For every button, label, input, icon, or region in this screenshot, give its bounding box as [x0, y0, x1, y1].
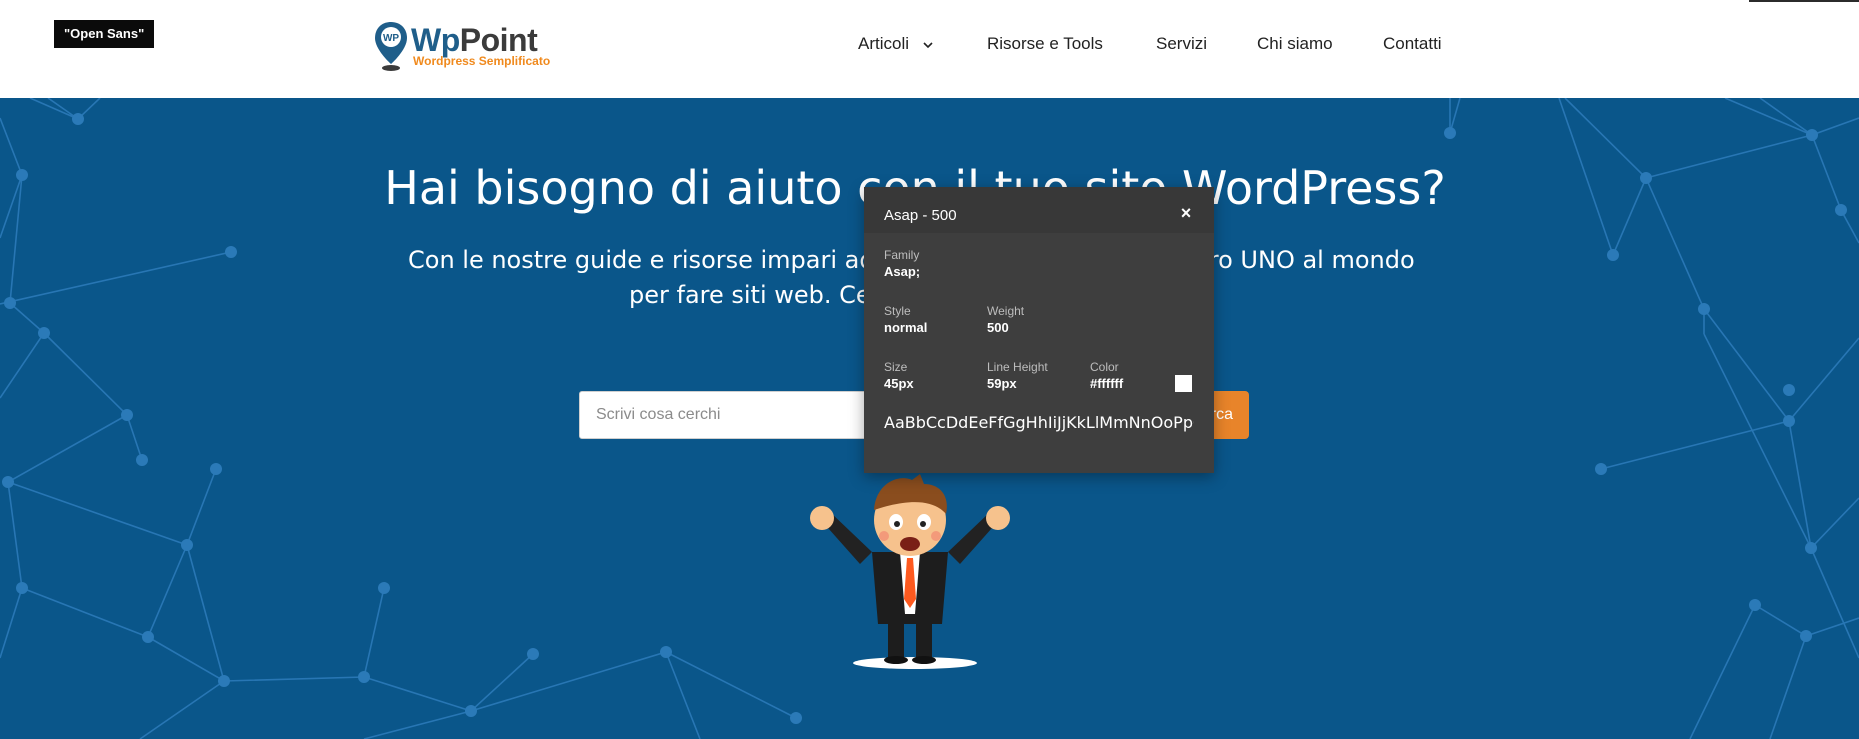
logo-tagline: Wordpress Semplificato — [413, 54, 551, 68]
close-icon[interactable]: × — [1176, 203, 1196, 223]
color-value: #ffffff — [1090, 376, 1124, 391]
logo-wp-text: Wp — [411, 22, 460, 58]
weight-label: Weight — [987, 304, 1025, 318]
line-height-value: 59px — [987, 376, 1017, 391]
style-label: Style — [884, 304, 911, 318]
nav-item-articoli[interactable]: Articoli — [858, 34, 909, 56]
weight-value: 500 — [987, 320, 1009, 335]
search-input[interactable]: Scrivi cosa cerchi — [579, 391, 879, 439]
family-label: Family — [884, 248, 920, 262]
size-label: Size — [884, 360, 908, 374]
color-swatch — [1175, 375, 1192, 392]
nav-item-chi-siamo[interactable]: Chi siamo — [1257, 34, 1333, 56]
nav-item-contatti[interactable]: Contatti — [1383, 34, 1442, 56]
chevron-down-icon[interactable] — [920, 37, 936, 53]
font-inspector-popup: Asap - 500 × Family Asap; Style normal W… — [864, 187, 1214, 473]
size-value: 45px — [884, 376, 914, 391]
font-sample-text: AaBbCcDdEeFfGgHhIiJjKkLlMmNnOoPpQqRr — [884, 413, 1194, 432]
logo-point-text: Point — [459, 22, 538, 58]
map-pin-icon: WP — [375, 22, 407, 71]
site-header: "Open Sans" WP WpPoint Wordpress Semplif… — [0, 0, 1859, 98]
site-logo[interactable]: WP WpPoint Wordpress Semplificato — [373, 20, 550, 72]
nav-item-servizi[interactable]: Servizi — [1156, 34, 1207, 56]
top-right-bar — [1749, 0, 1859, 2]
logo-pin-text: WP — [383, 33, 399, 44]
font-inspector-title: Asap - 500 — [884, 207, 957, 224]
hero-subtitle-line1-left: Con le nostre guide e risorse impari ad … — [408, 246, 910, 274]
hero-subtitle-line2-left: per fare siti web. Cerc — [629, 281, 894, 309]
mascot-illustration — [810, 474, 1010, 669]
style-value: normal — [884, 320, 928, 335]
font-name-badge: "Open Sans" — [54, 20, 155, 48]
line-height-label: Line Height — [987, 360, 1048, 374]
family-value: Asap; — [884, 264, 921, 279]
color-label: Color — [1090, 360, 1119, 374]
hero-subtitle-line1-right: ero UNO al mondo — [1194, 246, 1415, 274]
nav-item-risorse-e-tools[interactable]: Risorse e Tools — [987, 34, 1103, 56]
